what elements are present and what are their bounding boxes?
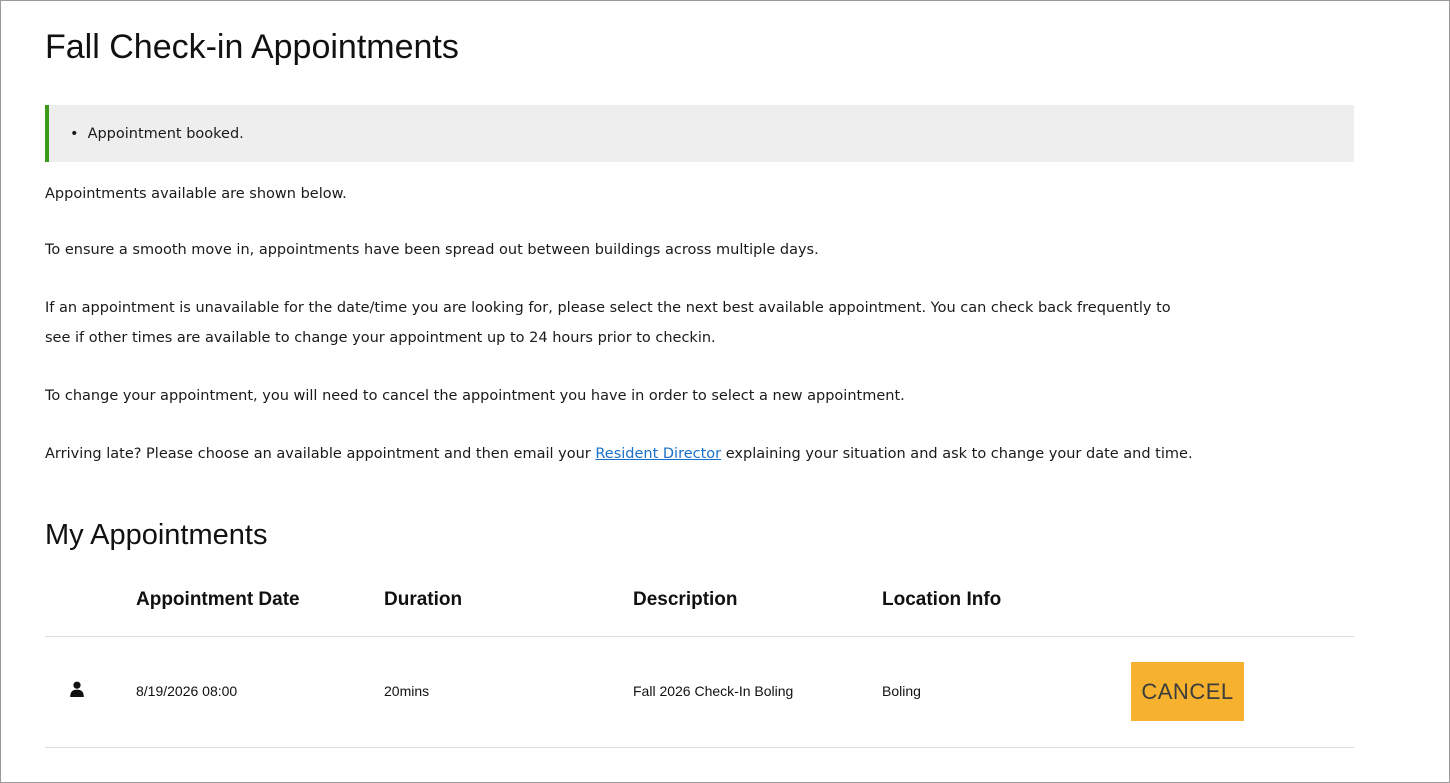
duration-cell: 20mins [384, 683, 430, 699]
success-alert: • Appointment booked. [45, 105, 1354, 162]
column-header-appointment-date: Appointment Date [136, 589, 300, 610]
column-header-location-info: Location Info [882, 589, 1002, 610]
column-header-duration: Duration [384, 589, 463, 610]
description-cell: Fall 2026 Check-In Boling [633, 683, 794, 699]
intro-spread-text: To ensure a smooth move in, appointments… [45, 242, 819, 258]
table-row-divider [45, 747, 1354, 748]
alert-message-text: Appointment booked. [87, 126, 244, 142]
resident-director-link[interactable]: Resident Director [595, 446, 721, 462]
alert-message: • Appointment booked. [70, 124, 244, 144]
intro-late-text: Arriving late? Please choose an availabl… [45, 440, 1193, 469]
user-icon [70, 681, 84, 697]
intro-unavailable-text-line1: If an appointment is unavailable for the… [45, 300, 1171, 316]
page-frame: Fall Check-in Appointments • Appointment … [0, 0, 1450, 783]
late-text-after: explaining your situation and ask to cha… [721, 446, 1193, 462]
my-appointments-heading: My Appointments [45, 519, 268, 551]
location-cell: Boling [882, 683, 921, 699]
intro-change-text: To change your appointment, you will nee… [45, 388, 905, 404]
table-header-divider [45, 636, 1354, 637]
intro-available-text: Appointments available are shown below. [45, 186, 347, 202]
bullet-icon: • [70, 126, 79, 142]
cancel-appointment-button[interactable]: CANCEL [1131, 662, 1244, 721]
appointment-date-cell: 8/19/2026 08:00 [136, 683, 238, 699]
intro-unavailable-text-line2: see if other times are available to chan… [45, 330, 716, 346]
page-title: Fall Check-in Appointments [45, 28, 459, 66]
column-header-description: Description [633, 589, 738, 610]
late-text-before: Arriving late? Please choose an availabl… [45, 446, 596, 462]
